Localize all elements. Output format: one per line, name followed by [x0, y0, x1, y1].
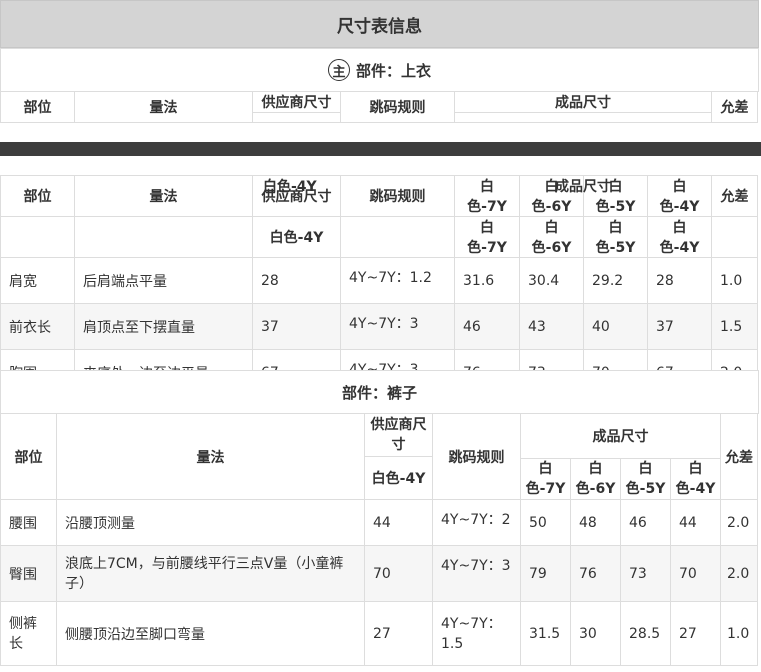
row-value: 44 [670, 499, 721, 546]
upper-size-col: 白色-5Y [583, 216, 648, 258]
row-rule: 4Y~7Y：2 [432, 499, 521, 546]
row-value: 29.2 [583, 257, 648, 304]
row-rule: 4Y~7Y：1.5 [432, 601, 521, 666]
pants-size-col: 白色-4Y [670, 458, 721, 500]
section-title-top: 部件：上衣 [355, 61, 431, 80]
table-row: 肩宽 后肩端点平量 28 4Y~7Y：1.2 31.6 30.4 29.2 28… [0, 257, 758, 304]
table-row: 侧裤长 侧腰顶沿边至脚口弯量 27 4Y~7Y：1.5 31.5 30 28.5… [0, 601, 758, 666]
pants-header-finished: 成品尺寸 [520, 413, 721, 459]
table-row: 臀围 浪底上7CM，与前腰线平行三点V量（小童裤子） 70 4Y~7Y：3 79… [0, 545, 758, 602]
row-value: 73 [620, 545, 671, 602]
header-supplier: 供应商尺寸 [252, 91, 341, 113]
main-badge: 主 [327, 59, 350, 81]
row-method: 后肩端点平量 [74, 257, 253, 304]
row-method: 浪底上7CM，与前腰线平行三点V量（小童裤子） [56, 545, 365, 602]
page-title: 尺寸表信息 [0, 0, 759, 48]
row-value: 50 [520, 499, 571, 546]
pants-size-table: 部位 量法 供应商尺寸 跳码规则 成品尺寸 允差 白色-4Y 白色-7Y 白色-… [0, 413, 758, 666]
upper-header-part: 部位 [0, 175, 75, 217]
row-method: 沿腰顶测量 [56, 499, 365, 546]
pants-header-part: 部位 [0, 413, 57, 500]
row-value: 46 [620, 499, 671, 546]
pants-header-tolerance: 允差 [720, 413, 758, 500]
header-part: 部位 [0, 91, 75, 123]
pants-header-rule: 跳码规则 [432, 413, 521, 500]
row-supplier: 44 [364, 499, 433, 546]
upper-supplier-size: 白色-4Y [252, 216, 341, 258]
upper-size-table: 部位 量法 供应商尺寸 跳码规则 白色-7Y 白色-6Y 白色-5Y 白色-4Y… [0, 175, 758, 396]
upper-size-col: 白色-7Y [454, 216, 520, 258]
row-supplier: 70 [364, 545, 433, 602]
row-tol: 1.0 [711, 257, 758, 304]
row-rule: 4Y~7Y：3 [340, 303, 455, 350]
row-value: 40 [583, 303, 648, 350]
header-method: 量法 [74, 91, 253, 123]
row-value: 30.4 [519, 257, 584, 304]
row-part: 腰围 [0, 499, 57, 546]
row-part: 肩宽 [0, 257, 75, 304]
upper-header-method: 量法 [74, 175, 253, 217]
row-value: 31.6 [454, 257, 520, 304]
row-value: 28.5 [620, 601, 671, 666]
upper-size-col: 白色-4Y [647, 216, 712, 258]
row-tol: 2.0 [720, 499, 758, 546]
row-value: 46 [454, 303, 520, 350]
row-supplier: 28 [252, 257, 341, 304]
row-tol: 2.0 [720, 545, 758, 602]
row-method: 肩顶点至下摆直量 [74, 303, 253, 350]
pants-size-col: 白色-5Y [620, 458, 671, 500]
upper-header-rule: 跳码规则 [340, 175, 455, 217]
row-rule: 4Y~7Y：3 [432, 545, 521, 602]
row-part: 臀围 [0, 545, 57, 602]
top-header-table: 部位 量法 供应商尺寸 跳码规则 成品尺寸 允差 [0, 91, 758, 123]
pants-size-col: 白色-6Y [570, 458, 621, 500]
section-header-pants: 部件：裤子 [0, 370, 759, 414]
row-value: 43 [519, 303, 584, 350]
upper-header-tolerance: 允差 [711, 175, 758, 217]
header-finished: 成品尺寸 [454, 91, 712, 113]
upper-size-col: 白色-7Y [454, 175, 520, 217]
row-part: 侧裤长 [0, 601, 57, 666]
row-value: 31.5 [520, 601, 571, 666]
overlap-supplier-label: 白色-4Y [263, 179, 317, 195]
row-value: 37 [647, 303, 712, 350]
row-value: 79 [520, 545, 571, 602]
header-rule: 跳码规则 [340, 91, 455, 123]
row-value: 70 [670, 545, 721, 602]
pants-size-col: 白色-7Y [520, 458, 571, 500]
row-part: 前衣长 [0, 303, 75, 350]
upper-size-col: 白色-4Y [647, 175, 712, 217]
row-value: 48 [570, 499, 621, 546]
upper-size-col: 白色-6Y [519, 216, 584, 258]
pants-supplier-size: 白色-4Y [364, 456, 433, 500]
section-header-top: 主 部件：上衣 [0, 48, 759, 92]
table-row: 腰围 沿腰顶测量 44 4Y~7Y：2 50 48 46 44 2.0 [0, 499, 758, 546]
row-rule: 4Y~7Y：1.2 [340, 257, 455, 304]
row-value: 28 [647, 257, 712, 304]
pants-header-method: 量法 [56, 413, 365, 500]
row-value: 76 [570, 545, 621, 602]
row-supplier: 27 [364, 601, 433, 666]
pants-header-supplier: 供应商尺寸 [364, 413, 433, 457]
divider-bar [0, 142, 761, 156]
header-tolerance: 允差 [711, 91, 758, 123]
row-value: 30 [570, 601, 621, 666]
row-value: 27 [670, 601, 721, 666]
overlap-finished-label: 成品尺寸 [555, 179, 611, 195]
row-supplier: 37 [252, 303, 341, 350]
row-tol: 1.5 [711, 303, 758, 350]
section-title-pants: 部件：裤子 [341, 383, 417, 402]
row-tol: 1.0 [720, 601, 758, 666]
table-row: 前衣长 肩顶点至下摆直量 37 4Y~7Y：3 46 43 40 37 1.5 [0, 303, 758, 350]
row-method: 侧腰顶沿边至脚口弯量 [56, 601, 365, 666]
